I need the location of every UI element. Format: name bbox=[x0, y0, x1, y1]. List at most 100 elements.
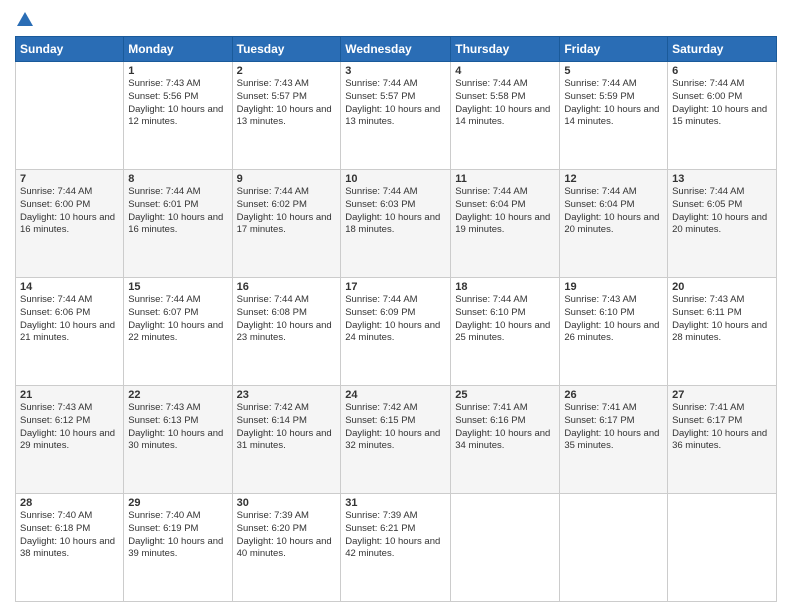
day-number: 30 bbox=[237, 497, 337, 509]
day-number: 16 bbox=[237, 281, 337, 293]
day-number: 18 bbox=[455, 281, 555, 293]
day-number: 21 bbox=[20, 389, 119, 401]
logo bbox=[15, 10, 38, 30]
day-cell bbox=[16, 62, 124, 170]
day-number: 4 bbox=[455, 65, 555, 77]
day-info: Sunrise: 7:44 AMSunset: 6:04 PMDaylight:… bbox=[564, 186, 663, 237]
week-row-1: 7Sunrise: 7:44 AMSunset: 6:00 PMDaylight… bbox=[16, 170, 777, 278]
day-number: 28 bbox=[20, 497, 119, 509]
day-cell: 4Sunrise: 7:44 AMSunset: 5:58 PMDaylight… bbox=[451, 62, 560, 170]
day-cell: 14Sunrise: 7:44 AMSunset: 6:06 PMDayligh… bbox=[16, 278, 124, 386]
day-cell: 23Sunrise: 7:42 AMSunset: 6:14 PMDayligh… bbox=[232, 386, 341, 494]
header bbox=[15, 10, 777, 30]
day-cell: 16Sunrise: 7:44 AMSunset: 6:08 PMDayligh… bbox=[232, 278, 341, 386]
day-number: 20 bbox=[672, 281, 772, 293]
day-info: Sunrise: 7:44 AMSunset: 6:03 PMDaylight:… bbox=[345, 186, 446, 237]
day-cell: 21Sunrise: 7:43 AMSunset: 6:12 PMDayligh… bbox=[16, 386, 124, 494]
day-info: Sunrise: 7:43 AMSunset: 6:13 PMDaylight:… bbox=[128, 402, 227, 453]
header-row: SundayMondayTuesdayWednesdayThursdayFrid… bbox=[16, 37, 777, 62]
day-number: 6 bbox=[672, 65, 772, 77]
day-info: Sunrise: 7:44 AMSunset: 6:09 PMDaylight:… bbox=[345, 294, 446, 345]
day-cell: 31Sunrise: 7:39 AMSunset: 6:21 PMDayligh… bbox=[341, 494, 451, 602]
day-number: 25 bbox=[455, 389, 555, 401]
day-cell: 9Sunrise: 7:44 AMSunset: 6:02 PMDaylight… bbox=[232, 170, 341, 278]
day-info: Sunrise: 7:44 AMSunset: 6:04 PMDaylight:… bbox=[455, 186, 555, 237]
day-number: 27 bbox=[672, 389, 772, 401]
day-number: 13 bbox=[672, 173, 772, 185]
day-cell: 7Sunrise: 7:44 AMSunset: 6:00 PMDaylight… bbox=[16, 170, 124, 278]
logo-icon bbox=[15, 10, 35, 30]
day-info: Sunrise: 7:40 AMSunset: 6:18 PMDaylight:… bbox=[20, 510, 119, 561]
day-number: 10 bbox=[345, 173, 446, 185]
day-cell bbox=[451, 494, 560, 602]
day-info: Sunrise: 7:43 AMSunset: 5:57 PMDaylight:… bbox=[237, 78, 337, 129]
day-cell: 28Sunrise: 7:40 AMSunset: 6:18 PMDayligh… bbox=[16, 494, 124, 602]
day-info: Sunrise: 7:44 AMSunset: 5:58 PMDaylight:… bbox=[455, 78, 555, 129]
col-header-friday: Friday bbox=[560, 37, 668, 62]
day-number: 31 bbox=[345, 497, 446, 509]
day-number: 15 bbox=[128, 281, 227, 293]
day-cell: 8Sunrise: 7:44 AMSunset: 6:01 PMDaylight… bbox=[124, 170, 232, 278]
day-cell: 17Sunrise: 7:44 AMSunset: 6:09 PMDayligh… bbox=[341, 278, 451, 386]
col-header-tuesday: Tuesday bbox=[232, 37, 341, 62]
day-number: 7 bbox=[20, 173, 119, 185]
day-number: 26 bbox=[564, 389, 663, 401]
day-cell: 29Sunrise: 7:40 AMSunset: 6:19 PMDayligh… bbox=[124, 494, 232, 602]
day-number: 19 bbox=[564, 281, 663, 293]
week-row-3: 21Sunrise: 7:43 AMSunset: 6:12 PMDayligh… bbox=[16, 386, 777, 494]
day-cell: 2Sunrise: 7:43 AMSunset: 5:57 PMDaylight… bbox=[232, 62, 341, 170]
day-cell: 10Sunrise: 7:44 AMSunset: 6:03 PMDayligh… bbox=[341, 170, 451, 278]
calendar-table: SundayMondayTuesdayWednesdayThursdayFrid… bbox=[15, 36, 777, 602]
day-cell: 13Sunrise: 7:44 AMSunset: 6:05 PMDayligh… bbox=[668, 170, 777, 278]
day-info: Sunrise: 7:43 AMSunset: 6:10 PMDaylight:… bbox=[564, 294, 663, 345]
day-cell: 12Sunrise: 7:44 AMSunset: 6:04 PMDayligh… bbox=[560, 170, 668, 278]
day-cell: 19Sunrise: 7:43 AMSunset: 6:10 PMDayligh… bbox=[560, 278, 668, 386]
day-cell: 18Sunrise: 7:44 AMSunset: 6:10 PMDayligh… bbox=[451, 278, 560, 386]
day-cell: 20Sunrise: 7:43 AMSunset: 6:11 PMDayligh… bbox=[668, 278, 777, 386]
day-cell: 25Sunrise: 7:41 AMSunset: 6:16 PMDayligh… bbox=[451, 386, 560, 494]
day-number: 5 bbox=[564, 65, 663, 77]
day-number: 2 bbox=[237, 65, 337, 77]
day-number: 1 bbox=[128, 65, 227, 77]
page: SundayMondayTuesdayWednesdayThursdayFrid… bbox=[0, 0, 792, 612]
day-cell bbox=[560, 494, 668, 602]
day-cell: 5Sunrise: 7:44 AMSunset: 5:59 PMDaylight… bbox=[560, 62, 668, 170]
day-cell: 26Sunrise: 7:41 AMSunset: 6:17 PMDayligh… bbox=[560, 386, 668, 494]
day-cell: 11Sunrise: 7:44 AMSunset: 6:04 PMDayligh… bbox=[451, 170, 560, 278]
day-info: Sunrise: 7:40 AMSunset: 6:19 PMDaylight:… bbox=[128, 510, 227, 561]
day-number: 8 bbox=[128, 173, 227, 185]
day-info: Sunrise: 7:44 AMSunset: 6:02 PMDaylight:… bbox=[237, 186, 337, 237]
day-info: Sunrise: 7:44 AMSunset: 6:08 PMDaylight:… bbox=[237, 294, 337, 345]
day-info: Sunrise: 7:44 AMSunset: 6:05 PMDaylight:… bbox=[672, 186, 772, 237]
day-info: Sunrise: 7:44 AMSunset: 5:57 PMDaylight:… bbox=[345, 78, 446, 129]
day-info: Sunrise: 7:43 AMSunset: 6:11 PMDaylight:… bbox=[672, 294, 772, 345]
day-info: Sunrise: 7:42 AMSunset: 6:15 PMDaylight:… bbox=[345, 402, 446, 453]
day-cell: 27Sunrise: 7:41 AMSunset: 6:17 PMDayligh… bbox=[668, 386, 777, 494]
day-number: 17 bbox=[345, 281, 446, 293]
day-info: Sunrise: 7:42 AMSunset: 6:14 PMDaylight:… bbox=[237, 402, 337, 453]
day-info: Sunrise: 7:39 AMSunset: 6:21 PMDaylight:… bbox=[345, 510, 446, 561]
day-number: 3 bbox=[345, 65, 446, 77]
col-header-saturday: Saturday bbox=[668, 37, 777, 62]
day-info: Sunrise: 7:39 AMSunset: 6:20 PMDaylight:… bbox=[237, 510, 337, 561]
col-header-monday: Monday bbox=[124, 37, 232, 62]
day-info: Sunrise: 7:41 AMSunset: 6:17 PMDaylight:… bbox=[564, 402, 663, 453]
day-number: 12 bbox=[564, 173, 663, 185]
day-info: Sunrise: 7:43 AMSunset: 5:56 PMDaylight:… bbox=[128, 78, 227, 129]
col-header-sunday: Sunday bbox=[16, 37, 124, 62]
day-info: Sunrise: 7:44 AMSunset: 6:07 PMDaylight:… bbox=[128, 294, 227, 345]
day-info: Sunrise: 7:44 AMSunset: 6:10 PMDaylight:… bbox=[455, 294, 555, 345]
day-cell: 24Sunrise: 7:42 AMSunset: 6:15 PMDayligh… bbox=[341, 386, 451, 494]
day-cell: 22Sunrise: 7:43 AMSunset: 6:13 PMDayligh… bbox=[124, 386, 232, 494]
day-number: 14 bbox=[20, 281, 119, 293]
day-number: 29 bbox=[128, 497, 227, 509]
col-header-wednesday: Wednesday bbox=[341, 37, 451, 62]
day-cell bbox=[668, 494, 777, 602]
week-row-2: 14Sunrise: 7:44 AMSunset: 6:06 PMDayligh… bbox=[16, 278, 777, 386]
day-cell: 1Sunrise: 7:43 AMSunset: 5:56 PMDaylight… bbox=[124, 62, 232, 170]
day-info: Sunrise: 7:41 AMSunset: 6:17 PMDaylight:… bbox=[672, 402, 772, 453]
day-info: Sunrise: 7:44 AMSunset: 6:06 PMDaylight:… bbox=[20, 294, 119, 345]
day-info: Sunrise: 7:44 AMSunset: 6:00 PMDaylight:… bbox=[672, 78, 772, 129]
day-cell: 3Sunrise: 7:44 AMSunset: 5:57 PMDaylight… bbox=[341, 62, 451, 170]
day-cell: 6Sunrise: 7:44 AMSunset: 6:00 PMDaylight… bbox=[668, 62, 777, 170]
